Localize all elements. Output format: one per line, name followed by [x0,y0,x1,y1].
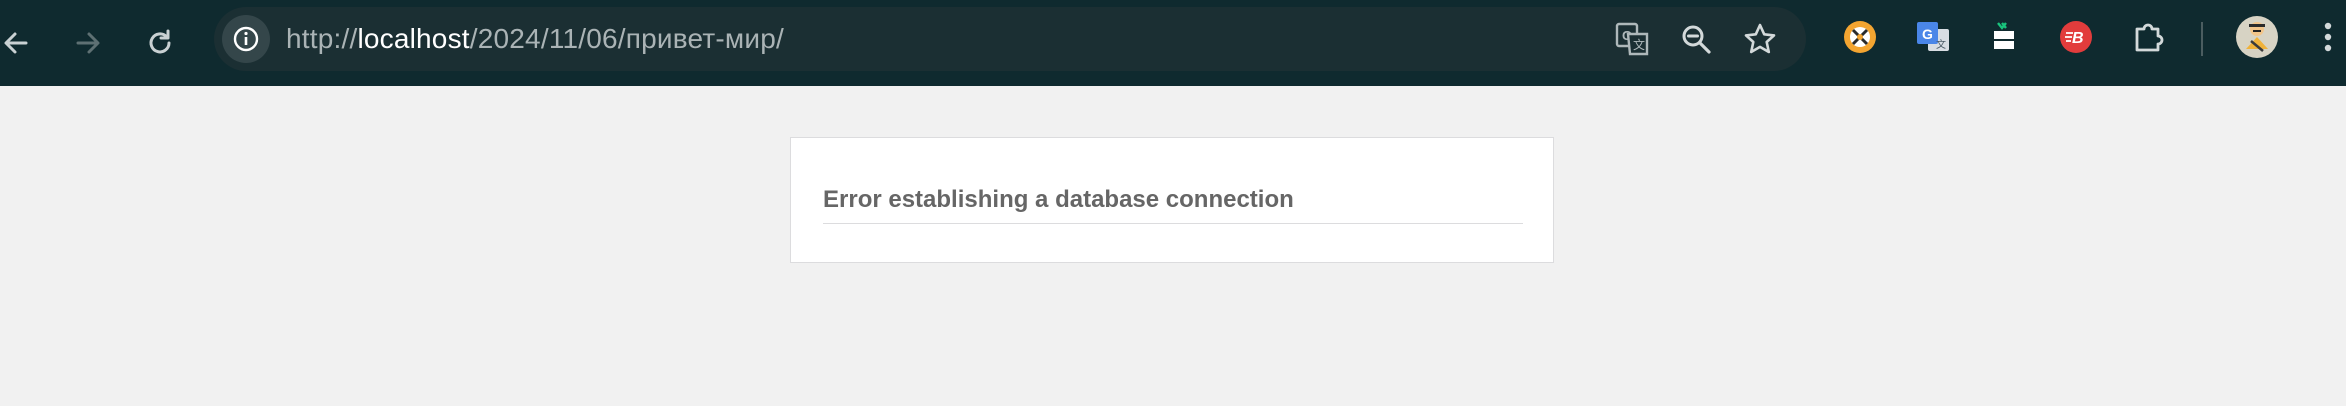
error-panel: Error establishing a database connection [790,137,1554,263]
crosshair-extension-icon [1844,21,1876,53]
url-text[interactable]: http://localhost/2024/11/06/привет-мир/ [286,7,784,71]
url-host: localhost [357,23,470,54]
svg-text:文: 文 [1633,37,1645,52]
extension-crosshair[interactable] [1841,18,1879,56]
svg-text:G: G [1922,26,1933,42]
forward-button[interactable] [60,15,116,71]
translate-icon: G 文 [1615,22,1649,56]
menu-dots-icon [2324,22,2332,52]
browser-toolbar: http://localhost/2024/11/06/привет-мир/ … [0,0,2346,86]
extension-bookmark-tool[interactable] [1985,18,2023,56]
zoom-out-icon [1682,25,1711,54]
info-icon [233,26,259,52]
red-b-extension-icon: B [2060,21,2092,53]
svg-text:文: 文 [1936,38,1946,51]
arrow-left-icon [4,32,28,54]
svg-text:B: B [2072,30,2084,47]
extension-google-translate[interactable]: G 文 [1914,18,1952,56]
google-translate-icon: G 文 [1917,22,1949,51]
browser-menu-button[interactable] [2313,18,2343,56]
reload-icon [149,29,171,54]
avatar [2236,16,2278,58]
bookmark-star-button[interactable] [1740,19,1780,59]
address-bar[interactable]: http://localhost/2024/11/06/привет-мир/ … [214,7,1806,71]
zoom-button[interactable] [1676,19,1716,59]
translate-button[interactable]: G 文 [1612,19,1652,59]
back-button[interactable] [0,15,44,71]
url-scheme: http:// [286,23,358,54]
url-path: /2024/11/06/привет-мир/ [469,23,784,54]
puzzle-icon [2135,23,2164,52]
star-icon [1744,23,1776,54]
error-message: Error establishing a database connection [823,188,1523,224]
bookmark-tool-icon [1994,22,2014,49]
reload-button[interactable] [132,15,188,71]
extensions-menu-button[interactable] [2130,18,2168,56]
profile-button[interactable] [2235,15,2279,59]
arrow-right-icon [76,32,100,54]
toolbar-separator [2201,22,2203,56]
extension-red-b[interactable]: B [2057,18,2095,56]
site-info-button[interactable] [222,15,270,63]
